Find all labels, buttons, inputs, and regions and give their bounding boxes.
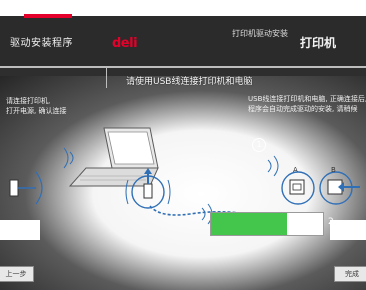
install-progress-bar <box>210 212 324 236</box>
right-panel-box <box>330 220 366 240</box>
laptop-icon <box>68 127 159 187</box>
header-subtitle: 打印机驱动安装 <box>232 29 288 38</box>
back-button[interactable]: 上一步 <box>0 266 34 282</box>
step-two-marker: 2 <box>328 217 334 227</box>
left-panel-box <box>0 220 40 240</box>
deli-logo: deli <box>112 36 138 51</box>
install-progress-fill <box>211 213 288 235</box>
brand-accent-bar <box>24 14 72 18</box>
left-connector-icon <box>9 171 43 205</box>
finish-button[interactable]: 完成 <box>334 266 366 282</box>
header-printer-title: 打印机 <box>300 36 337 50</box>
installer-window: 驱动安装程序 deli 打印机驱动安装 打印机 请使用USB线连接打印机和电脑 … <box>0 0 366 290</box>
svg-text:B: B <box>331 166 336 174</box>
installer-title: 驱动安装程序 <box>10 38 73 49</box>
printer-port-icon: A B <box>281 166 360 205</box>
connection-illustration: A B <box>9 127 360 225</box>
svg-text:A: A <box>293 166 298 174</box>
header-bar: 驱动安装程序 deli 打印机驱动安装 打印机 <box>0 14 366 68</box>
main-panel: 请使用USB线连接打印机和电脑 请连接打印机, 打开电源, 确认连接 USB线连… <box>0 68 366 290</box>
